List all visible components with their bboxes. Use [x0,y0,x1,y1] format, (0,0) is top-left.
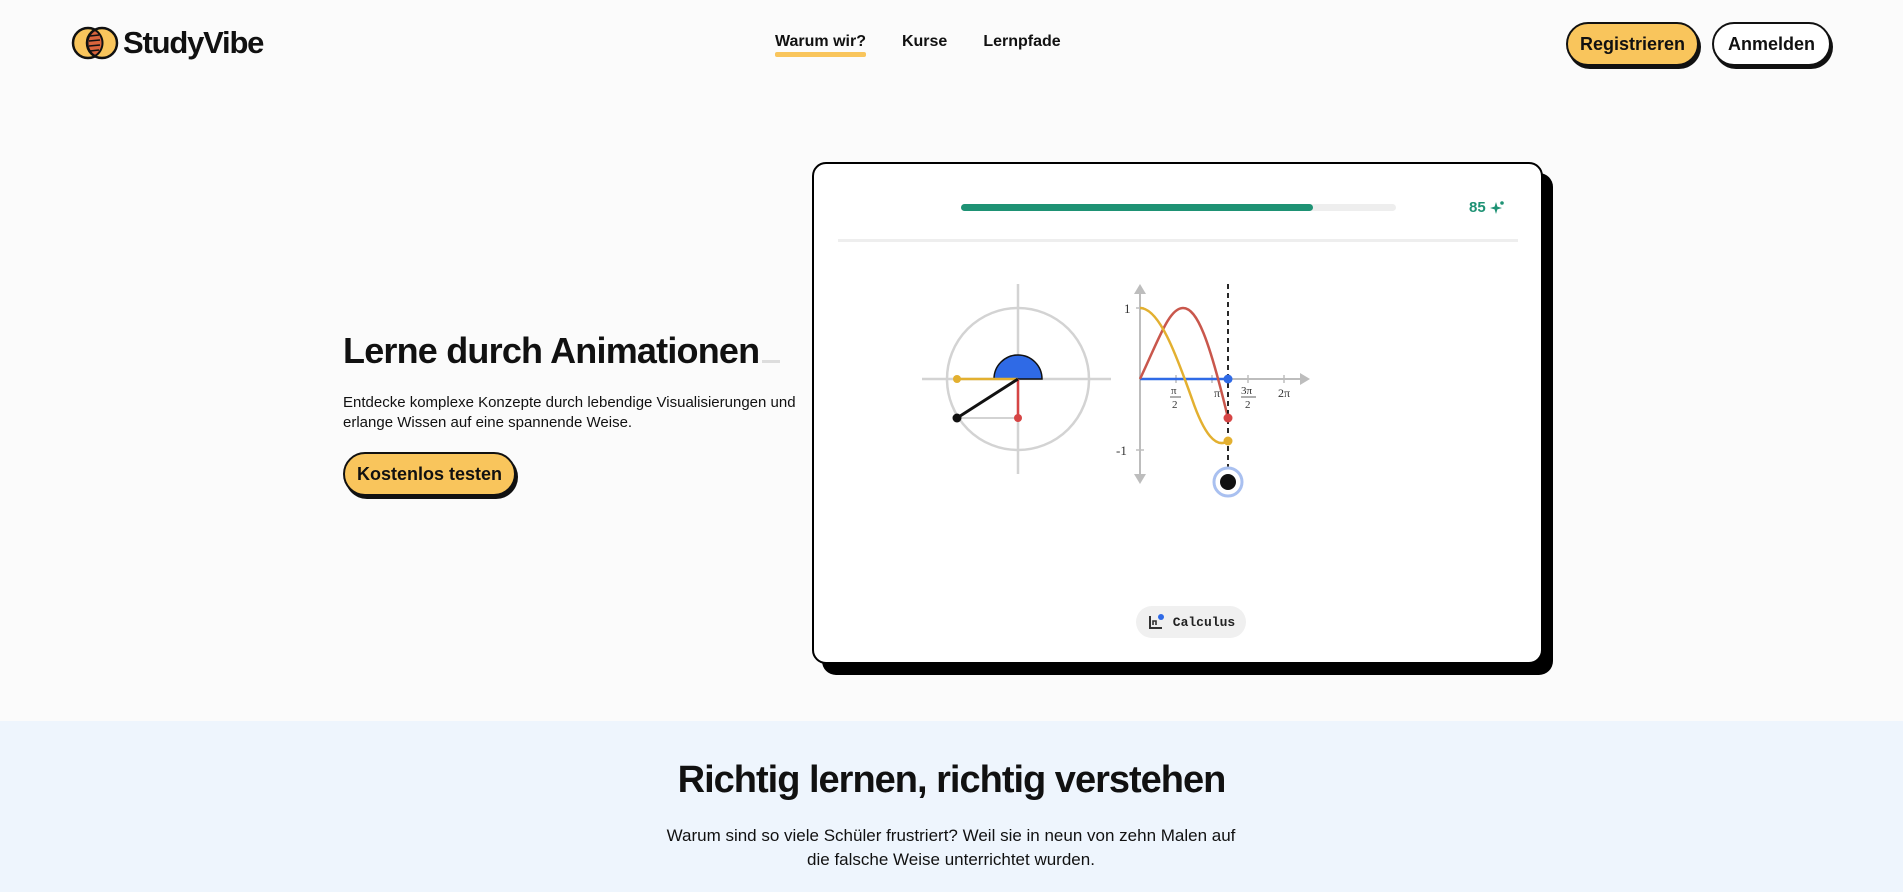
x-label-three-half-pi-num: 3π [1241,385,1253,397]
card-divider [838,239,1518,242]
score-badge: 85 [1469,199,1505,216]
try-free-button[interactable]: Kostenlos testen [343,452,516,496]
x-label-three-half-pi-den: 2 [1245,399,1251,411]
unit-circle-sine-animation: 1 -1 π 2 π 3π 2 2π [922,284,1310,498]
nav-item-kurse[interactable]: Kurse [902,33,947,55]
site-header: StudyVibe Warum wir? Kurse Lernpfade Reg… [0,0,1903,88]
lesson-progress-bar [961,204,1396,211]
register-button[interactable]: Registrieren [1566,22,1699,66]
topic-chip-label: Calculus [1172,614,1236,630]
hero-subtitle: Entdecke komplexe Konzepte durch lebendi… [343,394,796,431]
hero-title: Lerne durch Animationen [343,330,781,372]
x-label-half-pi-den: 2 [1172,399,1178,411]
unit-circle-diagram [922,284,1111,474]
x-label-pi: π [1214,386,1220,400]
sine-cosine-graph: 1 -1 π 2 π 3π 2 2π [1116,284,1310,498]
x-label-two-pi: 2π [1278,386,1290,400]
section-text: Warum sind so viele Schüler frustriert? … [666,826,1236,869]
y-label-top: 1 [1124,301,1131,316]
x-label-half-pi-num: π [1171,385,1177,397]
main-nav: Warum wir? Kurse Lernpfade [775,33,1061,57]
brand-name: StudyVibe [123,25,264,60]
logo-icon [71,26,119,60]
score-value: 85 [1469,199,1486,216]
brand-logo[interactable]: StudyVibe [71,24,264,62]
section-title: Richtig lernen, richtig verstehen [677,759,1227,801]
graph-icon [1148,614,1164,629]
typing-cursor [762,360,781,363]
nav-item-warum-wir[interactable]: Warum wir? [775,33,866,57]
why-section: Richtig lernen, richtig verstehen Warum … [0,721,1903,892]
y-label-bottom: -1 [1116,443,1127,458]
hero-title-text: Lerne durch Animationen [343,330,760,371]
login-button[interactable]: Anmelden [1712,22,1831,66]
sparkle-icon [1489,200,1504,214]
topic-chip[interactable]: Calculus [1136,606,1246,638]
lesson-progress-fill [961,204,1314,211]
demo-card: 85 1 -1 π 2 π 3π 2 2π Calculus [812,162,1543,664]
nav-item-lernpfade[interactable]: Lernpfade [983,33,1060,55]
